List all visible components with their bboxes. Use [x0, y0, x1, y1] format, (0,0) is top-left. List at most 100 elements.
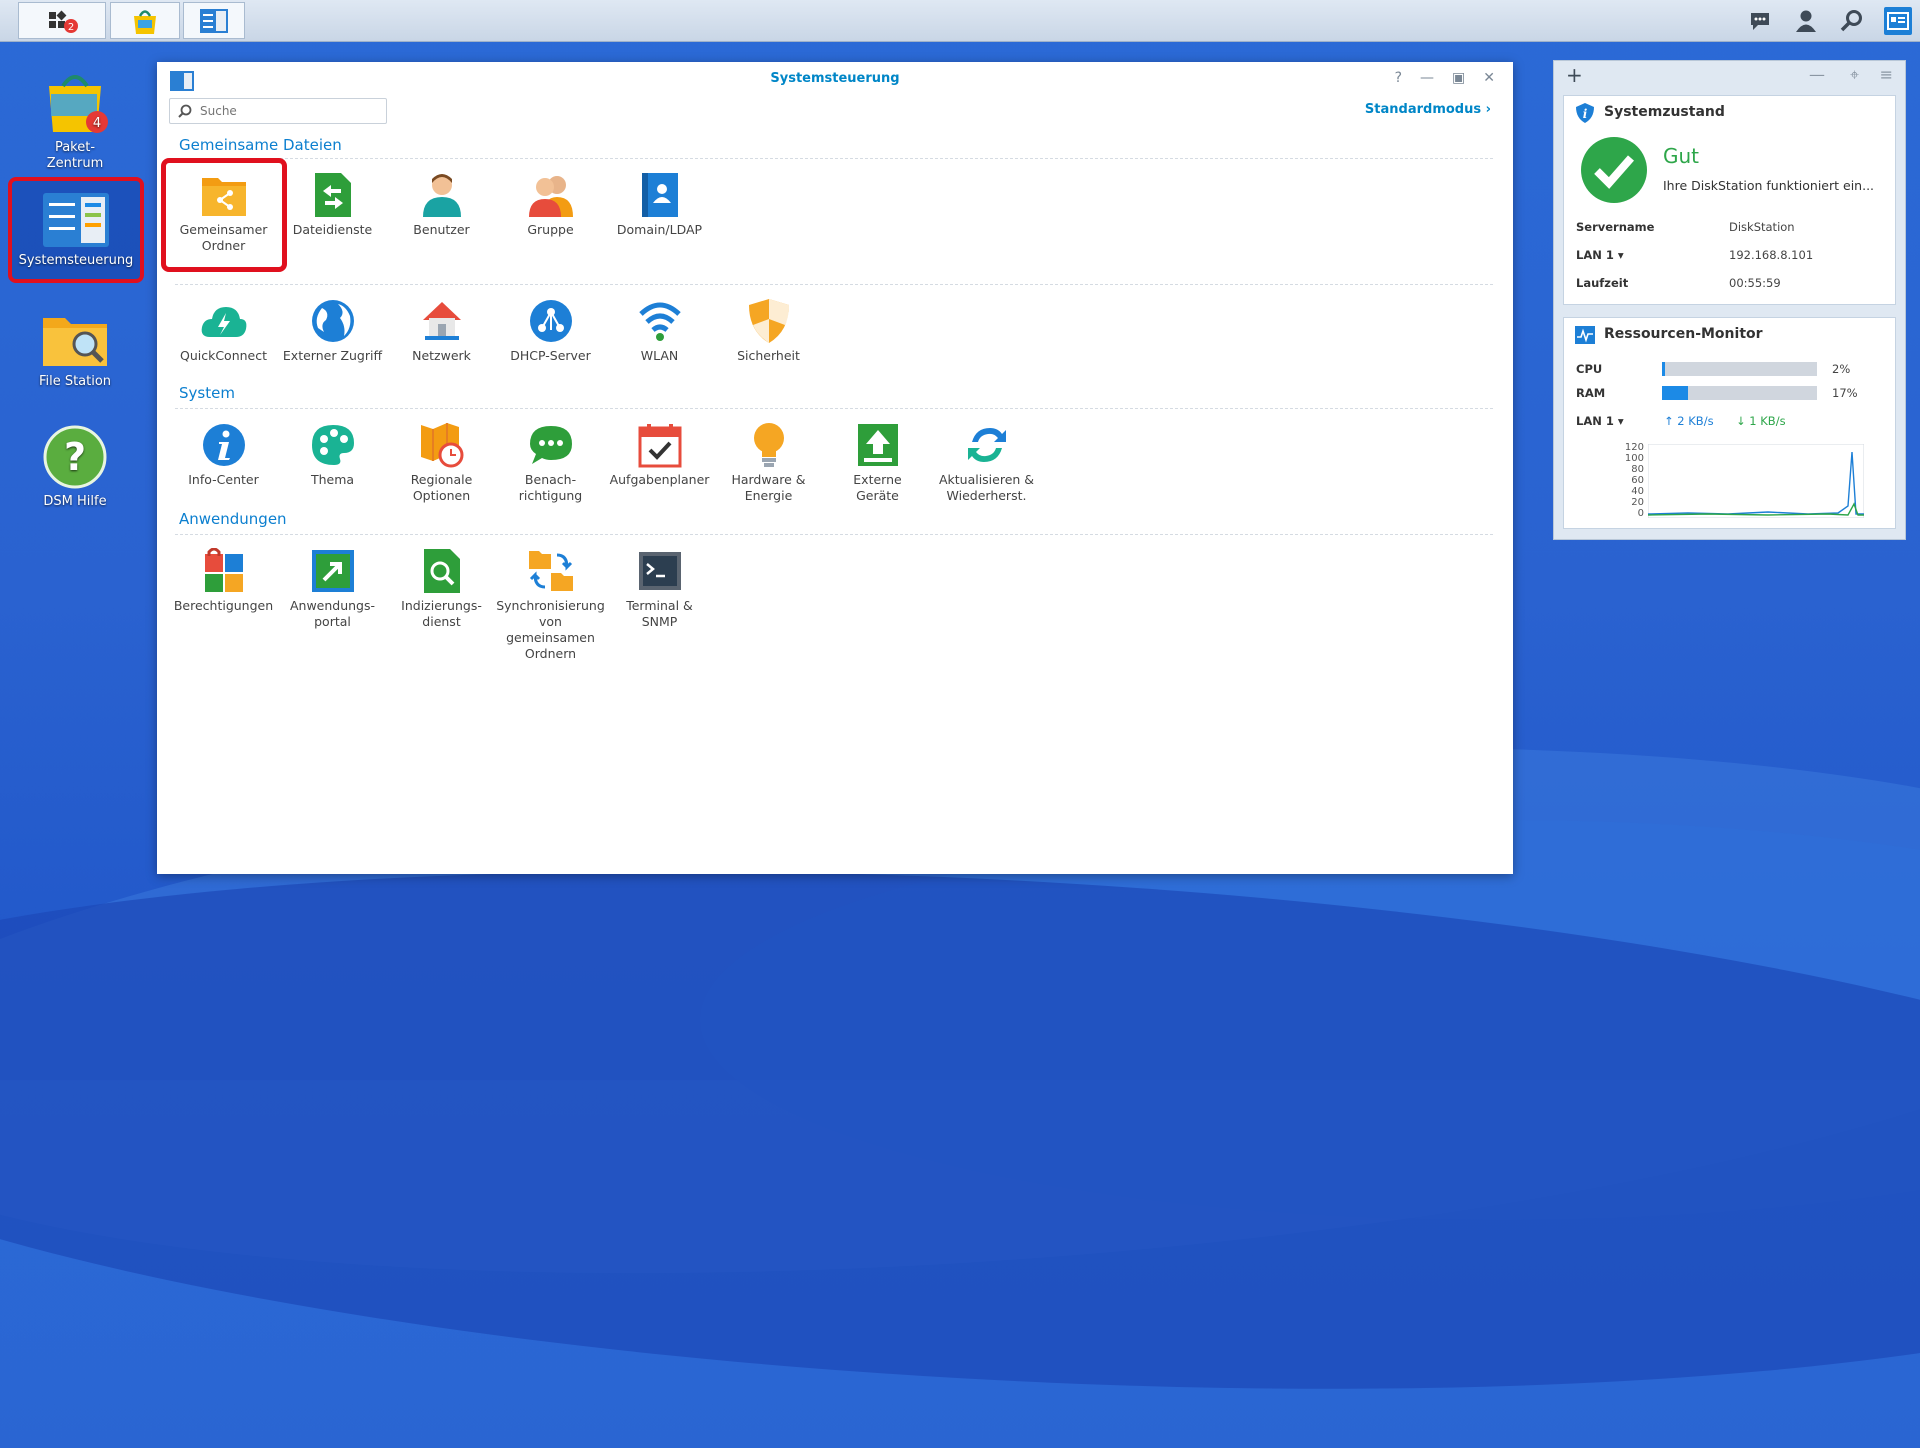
- taskbar-package-center[interactable]: [110, 2, 180, 39]
- desktop-control-panel[interactable]: Systemsteuerung: [8, 177, 144, 283]
- shared-folder-icon: [201, 178, 246, 216]
- minimize-widgets-button[interactable]: —: [1809, 65, 1825, 84]
- maximize-button[interactable]: ▣: [1452, 70, 1465, 86]
- widgets-icon[interactable]: [1884, 6, 1912, 35]
- main-menu-button[interactable]: 2: [18, 2, 106, 39]
- item-regional-options[interactable]: Regionale Optionen: [387, 420, 496, 504]
- item-label: Dateidienste: [292, 222, 373, 237]
- control-panel-window: Systemsteuerung ? — ▣ ✕ Standardmodus › …: [157, 62, 1513, 874]
- search-input[interactable]: [198, 103, 382, 119]
- row-label[interactable]: LAN 1 ▾: [1576, 248, 1624, 262]
- taskbar-control-panel[interactable]: [183, 2, 245, 39]
- item-wlan[interactable]: WLAN: [605, 296, 714, 364]
- chart-y-axis: 120 100 80 60 40 20 0: [1614, 442, 1644, 519]
- refresh-icon: [967, 428, 1006, 462]
- item-indexing-service[interactable]: Indizierungs- dienst: [387, 546, 496, 662]
- system-health-card: i Systemzustand Gut Ihre DiskStation fun…: [1563, 95, 1896, 305]
- item-app-portal[interactable]: Anwendungs- portal: [278, 546, 387, 662]
- shopping-bag-icon: 4: [49, 75, 108, 133]
- desktop-item-label: Systemsteuerung: [18, 253, 134, 268]
- item-label: Externe Geräte: [853, 472, 902, 503]
- item-label: WLAN: [640, 348, 679, 363]
- item-theme[interactable]: Thema: [278, 420, 387, 504]
- lan-label[interactable]: LAN 1 ▾: [1576, 414, 1624, 428]
- item-shared-folder[interactable]: Gemeinsamer Ordner: [169, 170, 278, 254]
- item-network[interactable]: Netzwerk: [387, 296, 496, 364]
- item-label: Gruppe: [527, 222, 574, 237]
- item-notification[interactable]: Benach- richtigung: [496, 420, 605, 504]
- item-permissions[interactable]: Berechtigungen: [169, 546, 278, 662]
- cloud-icon: [201, 307, 246, 337]
- item-label: Indizierungs- dienst: [401, 598, 482, 629]
- item-label: Externer Zugriff: [282, 348, 383, 363]
- search-icon[interactable]: [1838, 7, 1866, 35]
- cpu-value: 2%: [1832, 362, 1851, 376]
- item-info-center[interactable]: Info-Center: [169, 420, 278, 504]
- user-icon[interactable]: [1792, 7, 1820, 35]
- monitor-chart-icon: [1575, 326, 1595, 344]
- cpu-bar: [1662, 362, 1817, 376]
- item-group[interactable]: Gruppe: [496, 170, 605, 254]
- item-quickconnect[interactable]: QuickConnect: [169, 296, 278, 364]
- item-update-restore[interactable]: Aktualisieren & Wiederherst.: [932, 420, 1041, 504]
- item-security[interactable]: Sicherheit: [714, 296, 823, 364]
- chevron-right-icon: ›: [1485, 102, 1491, 117]
- help-icon: ?: [43, 425, 107, 489]
- item-label: Benach- richtigung: [518, 472, 583, 503]
- notification-badge: 2: [68, 22, 74, 33]
- item-label: Aktualisieren & Wiederherst.: [938, 472, 1035, 503]
- item-file-services[interactable]: Dateidienste: [278, 170, 387, 254]
- chat-icon[interactable]: [1746, 7, 1774, 35]
- network-house-icon: [422, 302, 461, 340]
- item-dhcp-server[interactable]: DHCP-Server: [496, 296, 605, 364]
- lan-upload-value: 2 KB/s: [1677, 414, 1714, 428]
- upload-device-icon: [857, 424, 898, 466]
- item-task-scheduler[interactable]: Aufgabenplaner: [605, 420, 714, 504]
- ram-bar-fill: [1662, 386, 1689, 400]
- desktop-item-label: DSM Hilfe: [43, 494, 107, 509]
- minimize-button[interactable]: —: [1420, 70, 1434, 86]
- item-external-devices[interactable]: Externe Geräte: [823, 420, 932, 504]
- close-button[interactable]: ✕: [1483, 70, 1495, 86]
- add-widget-button[interactable]: +: [1566, 63, 1583, 87]
- item-user[interactable]: Benutzer: [387, 170, 496, 254]
- calendar-check-icon: [638, 424, 681, 468]
- group-icon: [528, 176, 573, 217]
- item-terminal-snmp[interactable]: Terminal & SNMP: [605, 546, 714, 662]
- mode-toggle[interactable]: Standardmodus ›: [1365, 102, 1491, 117]
- section-title: System: [179, 384, 235, 402]
- lightbulb-icon: [753, 423, 784, 467]
- pin-icon[interactable]: ⌖: [1850, 65, 1859, 85]
- item-label: Netzwerk: [412, 348, 471, 363]
- folder-search-icon: [43, 318, 107, 366]
- desktop-dsm-help[interactable]: ? DSM Hilfe: [10, 424, 140, 516]
- desktop-item-label: Paket- Zentrum: [46, 140, 104, 171]
- y-tick: 60: [1631, 475, 1644, 486]
- cpu-bar-fill: [1662, 362, 1666, 376]
- desktop-package-center[interactable]: 4 Paket- Zentrum: [10, 68, 140, 172]
- card-title: Systemzustand: [1604, 104, 1725, 120]
- desktop-file-station[interactable]: File Station: [10, 308, 140, 398]
- network-chart: [1648, 444, 1864, 518]
- lan-upload: ↑ 2 KB/s: [1664, 414, 1714, 428]
- item-label: Benutzer: [413, 222, 470, 237]
- item-label: Thema: [310, 472, 355, 487]
- item-label: Synchronisierung von gemeinsamen Ordnern: [496, 598, 605, 661]
- help-button[interactable]: ?: [1395, 70, 1402, 86]
- status-message: Ihre DiskStation funktioniert ein...: [1663, 178, 1875, 193]
- taskbar: 2: [0, 0, 1920, 42]
- y-tick: 80: [1631, 464, 1644, 475]
- terminal-icon: [638, 552, 681, 590]
- item-shared-folder-sync[interactable]: Synchronisierung von gemeinsamen Ordnern: [496, 546, 605, 662]
- upload-arrow-icon: ↑: [1664, 414, 1674, 428]
- card-title: Ressourcen-Monitor: [1604, 326, 1763, 342]
- y-tick: 40: [1631, 486, 1644, 497]
- section-title: Gemeinsame Dateien: [179, 136, 342, 154]
- item-external-access[interactable]: Externer Zugriff: [278, 296, 387, 364]
- dhcp-icon: [529, 300, 572, 342]
- row-label: Servername: [1576, 220, 1655, 234]
- item-hardware-power[interactable]: Hardware & Energie: [714, 420, 823, 504]
- search-box[interactable]: [169, 98, 387, 124]
- item-domain-ldap[interactable]: Domain/LDAP: [605, 170, 714, 254]
- widget-settings-icon[interactable]: ≡: [1880, 65, 1893, 84]
